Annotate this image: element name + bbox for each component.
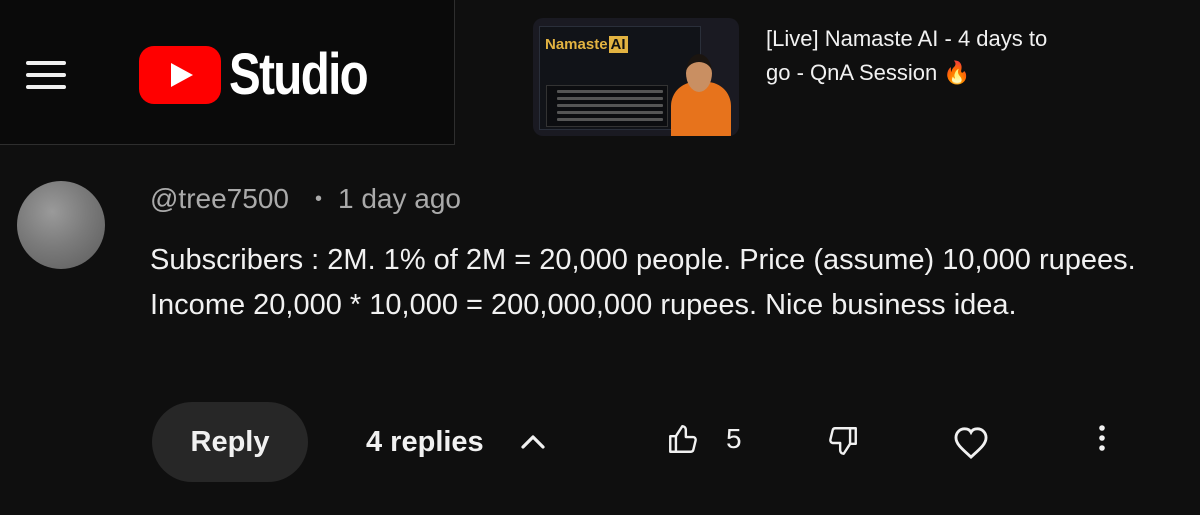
like-count: 5 <box>726 423 742 454</box>
comment-text: Subscribers : 2M. 1% of 2M = 20,000 peop… <box>150 244 1136 321</box>
hamburger-menu-icon[interactable] <box>26 61 66 93</box>
dislike-button[interactable] <box>826 422 860 460</box>
comment-time: 1 day ago <box>337 183 461 214</box>
thumbnail-presenter <box>671 46 731 136</box>
more-vertical-icon <box>1099 425 1105 451</box>
youtube-studio-logo[interactable]: Studio <box>139 46 397 104</box>
video-title[interactable]: [Live] Namaste AI - 4 days to go - QnA S… <box>766 22 1066 90</box>
comment-author[interactable]: @tree7500 <box>150 183 289 215</box>
meta-separator: • <box>314 187 322 210</box>
replies-label: 4 replies <box>366 425 484 458</box>
heart-icon <box>954 427 988 459</box>
avatar[interactable] <box>17 181 105 269</box>
youtube-play-icon <box>139 46 221 104</box>
comment-meta: @tree7500 • 1 day ago <box>150 180 461 218</box>
thumbs-up-icon <box>669 425 697 453</box>
video-thumbnail[interactable]: Namaste AI <box>533 18 739 136</box>
thumbs-down-icon <box>829 427 857 455</box>
logo-text: Studio <box>229 42 369 107</box>
studio-header: Studio <box>0 0 455 145</box>
thumbnail-chat-panel <box>546 85 668 127</box>
thumbnail-title: Namaste AI <box>545 36 628 53</box>
more-options-button[interactable] <box>1090 422 1114 454</box>
reply-button[interactable]: Reply <box>152 402 308 482</box>
chevron-up-icon <box>521 435 545 449</box>
thumbnail-title-word: Namaste <box>545 36 608 53</box>
heart-button[interactable] <box>952 424 990 460</box>
like-button[interactable]: 5 <box>666 420 742 458</box>
replies-toggle-button[interactable]: 4 replies <box>366 418 546 466</box>
thumbnail-title-badge: AI <box>608 36 628 53</box>
